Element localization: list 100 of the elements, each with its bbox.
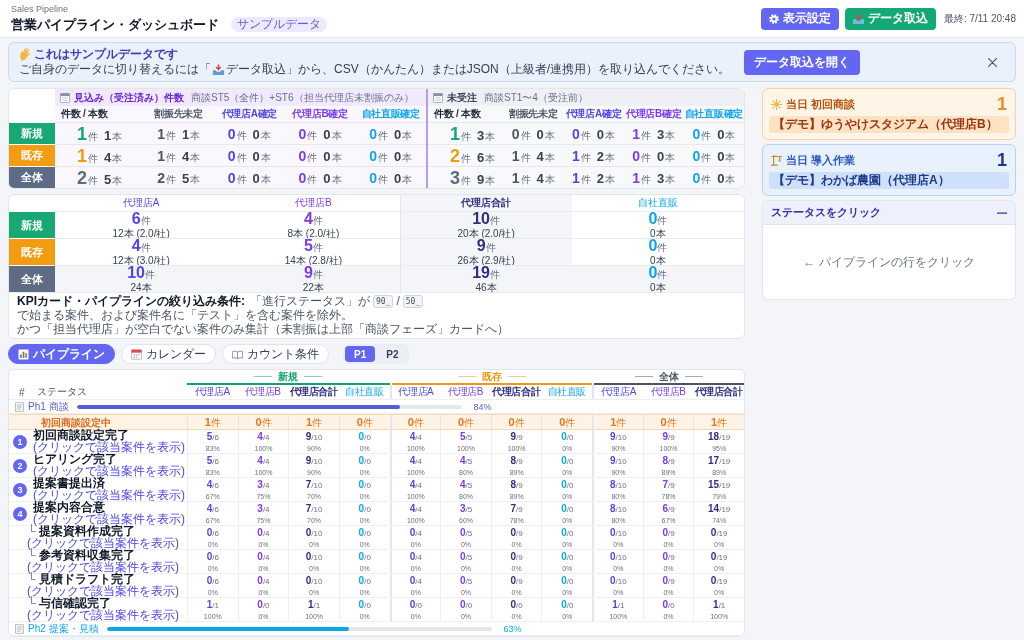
column-header: 代理店A (600, 385, 636, 399)
column-header: 代理店A (398, 385, 434, 399)
column-header: 代理店A確定 (221, 107, 278, 121)
column-header: 代理店B (447, 385, 484, 399)
open-import-button[interactable]: データ取込を開く (744, 49, 860, 75)
view-tab[interactable]: カウント条件 (222, 344, 329, 364)
phase-title: Ph1 商談 (28, 400, 69, 413)
show-deals-link[interactable]: (クリックで該当案件を表示) (27, 537, 179, 549)
show-deals-link[interactable]: (クリックで該当案件を表示) (33, 441, 185, 453)
page-title: 営業パイプライン・ダッシュボード (11, 16, 219, 33)
close-icon[interactable] (988, 57, 997, 67)
status-header: ステータス (36, 385, 87, 399)
step-number: 4 (13, 506, 27, 521)
page-tab[interactable]: P2 (377, 346, 408, 362)
last-updated-text: 最終: 7/11 20:48 (943, 11, 1016, 26)
kpi-cell: 1件 3本 (623, 166, 684, 188)
kpi-cell: 9件 22本 (227, 265, 400, 292)
group-note: 商談ST5（全件）+ST6（担当代理店未割振のみ） (191, 90, 414, 105)
status-label: 初回商談設定中 (41, 415, 111, 429)
today-deal-item[interactable]: 【デモ】わかば農園（代理店A） (769, 172, 1009, 189)
table-cell: 0件 (490, 415, 542, 430)
column-header: 自社直販確定 (684, 107, 743, 121)
kpi-cell: 1件 4本 (503, 166, 564, 188)
kpi-cell: 1件 4本 (55, 144, 144, 166)
banner-text: ご自身のデータに切り替えるには「 (19, 62, 211, 77)
step-number: 2 (13, 458, 27, 473)
kpi-cell: 1件 2本 (563, 166, 624, 188)
kpi-cell: 0件 0本 (571, 211, 744, 238)
show-deals-link[interactable]: (クリックで該当案件を表示) (27, 585, 179, 597)
kpi-cell: 19件 46本 (399, 265, 572, 292)
minus-icon[interactable] (997, 211, 1007, 214)
inbox-icon (213, 64, 224, 75)
column-header: 代理店B確定 (292, 107, 348, 121)
group-title: 新規 (278, 370, 299, 383)
kpi-cell: 0件 0本 (284, 144, 356, 166)
group-title: 未受注 (447, 90, 477, 105)
status-panel-hint: ← パイプラインの行をクリック (803, 253, 975, 271)
kpi-cell: 1件 4本 (503, 144, 564, 166)
step-number: 1 (13, 434, 27, 449)
table-cell: 0件 (389, 415, 441, 430)
kpi-cell: 1件 3本 (428, 122, 504, 144)
open-book-icon (232, 348, 243, 360)
kpi-cell: 1件 3本 (623, 122, 684, 144)
substep-label: └ 与信確認完了 (27, 598, 111, 610)
column-header: 代理店B確定 (626, 107, 682, 121)
kpi-cell: 0件 0本 (563, 122, 624, 144)
bar-chart-icon (18, 348, 29, 360)
kpi-cell: 0件 0本 (503, 122, 564, 144)
table-cell: 1件 (288, 415, 339, 430)
column-header: 自社直販 (637, 196, 678, 210)
filter-text: / (396, 294, 400, 308)
kpi-cell: 0件 0本 (623, 144, 684, 166)
substep-label: └ 見積ドラフト完了 (27, 574, 135, 586)
step-label: 提案書提出済 (33, 478, 105, 490)
kpi-cell: 0件 0本 (683, 144, 744, 166)
settings-button[interactable]: 表示設定 (760, 7, 839, 30)
show-deals-link[interactable]: (クリックで該当案件を表示) (33, 489, 185, 501)
segment-label: 全体 (9, 265, 55, 292)
step-label: ヒアリング完了 (33, 454, 117, 466)
phase-title: Ph2 提案・見積 (28, 622, 99, 635)
waving-hand-icon (19, 48, 31, 61)
group-title: 全体 (659, 370, 680, 383)
today-card-title: 当日 導入作業 (786, 152, 856, 168)
column-header: 代理店B (245, 385, 281, 399)
show-deals-link[interactable]: (クリックで該当案件を表示) (33, 465, 185, 477)
kpi-cell: 2件 5本 (55, 166, 144, 188)
table-cell: 1件 (592, 415, 643, 430)
column-header: 代理店A確定 (565, 107, 622, 121)
kpi-cell: 0件 0本 (214, 122, 285, 144)
kpi-cell: 0件 0本 (683, 122, 744, 144)
status-code-chip: 50_ (402, 294, 424, 308)
column-header: 自社直販 (547, 385, 586, 399)
kpi-cell: 1件 1本 (55, 122, 144, 144)
status-code-chip: 90_ (373, 294, 394, 308)
segment-label: 既存 (9, 144, 55, 166)
today-count: 1 (997, 151, 1007, 169)
today-card-title: 当日 初回商談 (786, 96, 856, 112)
page-tab[interactable]: P1 (345, 346, 376, 362)
calendar-icon (60, 92, 70, 103)
show-deals-link[interactable]: (クリックで該当案件を表示) (27, 561, 179, 573)
column-header: 代理店合計 (461, 196, 512, 210)
column-header: 代理店合計 (694, 385, 743, 399)
show-deals-link[interactable]: (クリックで該当案件を表示) (33, 513, 185, 525)
sample-data-tag: サンプルデータ (231, 17, 327, 32)
kpi-cell: 0件 0本 (355, 122, 426, 144)
today-deal-item[interactable]: 【デモ】ゆうやけスタジアム（代理店B） (769, 116, 1009, 133)
filter-text: かつ「担当代理店」が空白でない案件のみ集計（未割振は上部「商談フェーズ」カードへ） (17, 322, 509, 336)
step-number: 3 (13, 482, 27, 497)
view-tab[interactable]: カレンダー (121, 344, 216, 364)
show-deals-link[interactable]: (クリックで該当案件を表示) (27, 609, 179, 621)
kpi-cell: 1件 2本 (563, 144, 624, 166)
phase-progress-text: 63% (503, 623, 522, 634)
view-tab[interactable]: パイプライン (8, 344, 115, 364)
kpi-cell: 0件 0本 (683, 166, 744, 188)
index-header: # (19, 386, 25, 398)
column-header: 割振先未定 (509, 107, 558, 121)
kpi-cell: 1件 4本 (143, 144, 214, 166)
column-header: 代理店A (194, 385, 230, 399)
kpi-cell: 0件 0本 (355, 144, 426, 166)
filter-label: KPIカード・パイプラインの絞り込み条件: (17, 294, 245, 308)
